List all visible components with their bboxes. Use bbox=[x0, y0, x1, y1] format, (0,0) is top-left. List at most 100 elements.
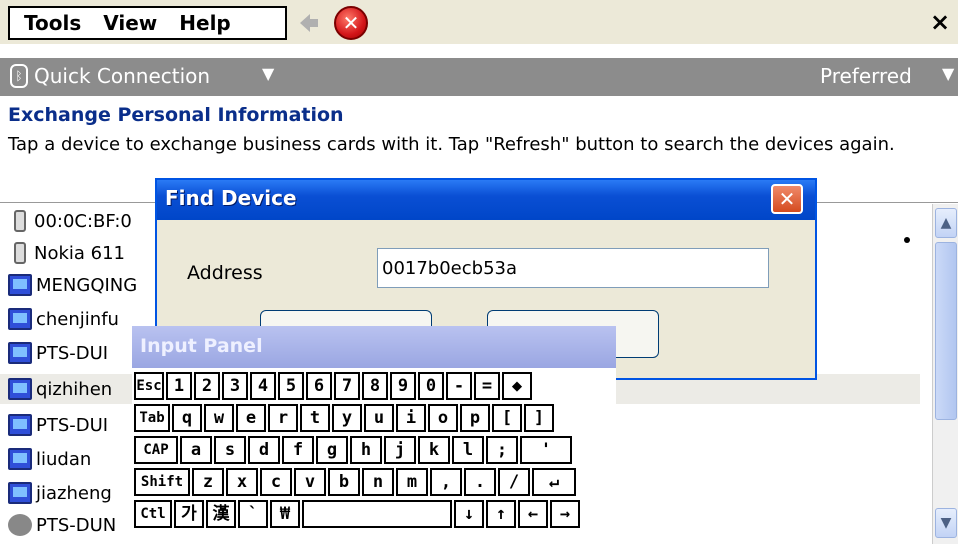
input-panel-title-bar[interactable]: Input Panel bbox=[132, 326, 616, 368]
key[interactable]: x bbox=[226, 468, 258, 496]
key[interactable]: y bbox=[332, 404, 362, 432]
menu-view[interactable]: View bbox=[103, 11, 157, 35]
input-panel: Input Panel Esc 1 2 3 4 5 6 7 8 9 0- = ◆ Tab q w e r t y u i o… bbox=[132, 326, 616, 534]
key[interactable]: ` bbox=[238, 500, 268, 528]
list-item[interactable]: 00:0C:BF:0 bbox=[8, 206, 132, 236]
key[interactable]: p bbox=[460, 404, 490, 432]
key[interactable]: 2 bbox=[194, 372, 220, 400]
key[interactable]: q bbox=[172, 404, 202, 432]
device-label: PTS-DUI bbox=[36, 342, 109, 364]
dialog-title-bar: Find Device ✕ bbox=[157, 180, 815, 220]
computer-icon bbox=[8, 448, 32, 470]
key[interactable]: o bbox=[428, 404, 458, 432]
key[interactable]: CAP bbox=[134, 436, 178, 464]
key[interactable]: ← bbox=[518, 500, 548, 528]
scroll-thumb[interactable] bbox=[935, 242, 957, 420]
key[interactable]: 3 bbox=[222, 372, 248, 400]
list-item[interactable]: liudan bbox=[8, 444, 91, 474]
key[interactable]: 漢 bbox=[206, 500, 236, 528]
key[interactable]: u bbox=[364, 404, 394, 432]
key[interactable]: 0 bbox=[418, 372, 444, 400]
key[interactable]: . bbox=[464, 468, 496, 496]
address-input[interactable] bbox=[377, 248, 769, 288]
list-item[interactable]: PTS-DUI bbox=[8, 338, 108, 368]
key[interactable]: d bbox=[248, 436, 280, 464]
menu-help[interactable]: Help bbox=[179, 11, 230, 35]
list-item[interactable]: PTS-DUI bbox=[8, 410, 108, 440]
key[interactable]: Esc bbox=[134, 372, 164, 400]
key[interactable]: ↑ bbox=[486, 500, 516, 528]
key[interactable]: - bbox=[446, 372, 472, 400]
key[interactable]: f bbox=[282, 436, 314, 464]
back-arrow-icon[interactable] bbox=[298, 12, 320, 34]
key[interactable]: l bbox=[452, 436, 484, 464]
key-space[interactable] bbox=[302, 500, 452, 528]
list-item[interactable]: Nokia 611 bbox=[8, 238, 125, 268]
key[interactable]: 8 bbox=[362, 372, 388, 400]
key[interactable]: r bbox=[268, 404, 298, 432]
menu-tools[interactable]: Tools bbox=[24, 11, 81, 35]
list-item[interactable]: MENGQING bbox=[8, 270, 137, 300]
key[interactable]: g bbox=[316, 436, 348, 464]
key[interactable]: Tab bbox=[134, 404, 170, 432]
key[interactable]: z bbox=[192, 468, 224, 496]
scrollbar[interactable]: ▲ ▼ bbox=[932, 204, 958, 544]
key[interactable]: b bbox=[328, 468, 360, 496]
menu-box: Tools View Help bbox=[8, 6, 287, 40]
computer-icon bbox=[8, 482, 32, 504]
key[interactable]: 5 bbox=[278, 372, 304, 400]
key[interactable]: ₩ bbox=[270, 500, 300, 528]
scroll-down-button[interactable]: ▼ bbox=[935, 508, 957, 538]
key[interactable]: i bbox=[396, 404, 426, 432]
key[interactable]: k bbox=[418, 436, 450, 464]
computer-icon bbox=[8, 378, 32, 400]
key[interactable]: = bbox=[474, 372, 500, 400]
chevron-down-icon[interactable]: ▼ bbox=[262, 64, 274, 83]
close-icon[interactable]: ✕ bbox=[771, 184, 803, 214]
key[interactable]: ] bbox=[524, 404, 554, 432]
scroll-up-button[interactable]: ▲ bbox=[935, 208, 957, 238]
key[interactable]: 6 bbox=[306, 372, 332, 400]
key[interactable]: 7 bbox=[334, 372, 360, 400]
key[interactable]: 4 bbox=[250, 372, 276, 400]
key[interactable]: 가 bbox=[174, 500, 204, 528]
key[interactable]: ↓ bbox=[454, 500, 484, 528]
phone-icon bbox=[14, 210, 26, 232]
bluetooth-icon: ᛒ bbox=[10, 64, 28, 88]
chevron-down-icon[interactable]: ▼ bbox=[942, 64, 954, 83]
device-label: qizhihen bbox=[36, 378, 113, 400]
key[interactable]: ↵ bbox=[532, 468, 576, 496]
key[interactable]: j bbox=[384, 436, 416, 464]
key[interactable]: v bbox=[294, 468, 326, 496]
list-item[interactable]: chenjinfu bbox=[8, 304, 119, 334]
address-label: Address bbox=[187, 262, 263, 284]
stop-icon[interactable]: ✕ bbox=[334, 6, 368, 40]
key[interactable]: h bbox=[350, 436, 382, 464]
device-label: liudan bbox=[36, 448, 92, 470]
key[interactable]: w bbox=[204, 404, 234, 432]
key[interactable]: t bbox=[300, 404, 330, 432]
preferred-dropdown[interactable]: Preferred bbox=[820, 64, 912, 88]
key[interactable]: m bbox=[396, 468, 428, 496]
key[interactable]: n bbox=[362, 468, 394, 496]
key[interactable]: Shift bbox=[134, 468, 190, 496]
key[interactable]: [ bbox=[492, 404, 522, 432]
key[interactable]: ◆ bbox=[502, 372, 532, 400]
key[interactable]: / bbox=[498, 468, 530, 496]
key[interactable]: , bbox=[430, 468, 462, 496]
phone-icon bbox=[14, 242, 26, 264]
key[interactable]: s bbox=[214, 436, 246, 464]
key[interactable]: a bbox=[180, 436, 212, 464]
key[interactable]: Ctl bbox=[134, 500, 172, 528]
key[interactable]: → bbox=[550, 500, 580, 528]
key[interactable]: ' bbox=[520, 436, 572, 464]
key[interactable]: 1 bbox=[166, 372, 192, 400]
key[interactable]: ; bbox=[486, 436, 518, 464]
key[interactable]: c bbox=[260, 468, 292, 496]
close-app-button[interactable]: × bbox=[930, 8, 950, 36]
key[interactable]: 9 bbox=[390, 372, 416, 400]
list-item[interactable]: jiazheng bbox=[8, 478, 112, 508]
key[interactable]: e bbox=[236, 404, 266, 432]
list-item[interactable]: PTS-DUN bbox=[8, 510, 116, 540]
quick-connection-dropdown[interactable]: Quick Connection bbox=[34, 64, 210, 88]
